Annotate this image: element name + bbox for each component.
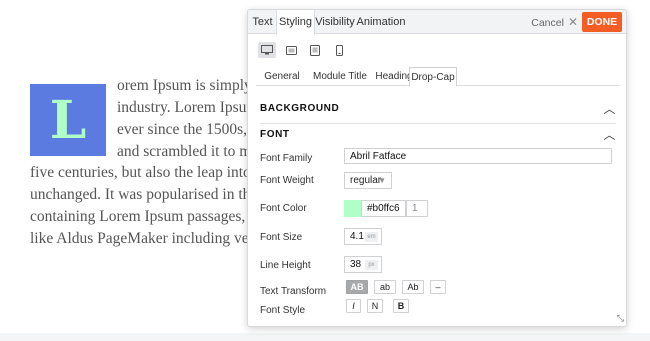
done-button[interactable]: DONE (582, 12, 622, 32)
font-color-input[interactable]: #b0ffc6 (361, 200, 406, 217)
paragraph-line: ever since the 1500s, v (117, 121, 259, 138)
font-color-opacity-input[interactable]: 1 (406, 200, 428, 217)
paragraph-line: and scrambled it to ma (117, 143, 259, 160)
close-icon: ✕ (567, 15, 578, 29)
paragraph-line: orem Ipsum is simply (117, 77, 252, 94)
font-size-unit: em (365, 232, 378, 242)
cancel-button[interactable]: Cancel ✕ (531, 10, 578, 34)
panel-header: Text Styling Visibility Animation Cancel… (248, 10, 626, 35)
section-background-title: BACKGROUND (260, 103, 340, 114)
line-height-label: Line Height (260, 260, 311, 271)
section-font-title: FONT (260, 129, 290, 140)
subtab-general[interactable]: General (261, 67, 303, 86)
chevron-up-icon[interactable]: ︿ (603, 122, 616, 148)
font-family-value: Abril Fatface (350, 150, 407, 162)
subtab-drop-cap[interactable]: Drop-Cap (409, 67, 457, 87)
font-color-label: Font Color (260, 203, 307, 214)
tablet-landscape-icon[interactable] (282, 42, 300, 58)
font-family-input[interactable]: Abril Fatface (344, 148, 612, 164)
font-style-bold-button[interactable]: B (393, 299, 409, 313)
desktop-icon[interactable] (258, 42, 276, 58)
transform-lowercase-button[interactable]: ab (374, 280, 396, 294)
subtab-bar: General Module Title Heading Drop-Cap (256, 67, 620, 87)
section-font[interactable]: FONT ︿ (260, 122, 616, 148)
font-family-label: Font Family (260, 153, 313, 164)
mobile-icon[interactable] (330, 42, 348, 58)
font-size-input[interactable]: 4.1 em (344, 228, 382, 245)
paragraph-line: five centuries, but also the leap into e (30, 164, 262, 181)
font-color-swatch[interactable] (344, 200, 361, 217)
chevron-down-icon: ▼ (378, 176, 386, 185)
tab-animation[interactable]: Animation (355, 10, 407, 34)
tab-styling[interactable]: Styling (276, 10, 315, 35)
tablet-portrait-icon[interactable] (306, 42, 324, 58)
styling-settings-panel: Text Styling Visibility Animation Cancel… (247, 9, 627, 327)
paragraph-line: like Aldus PageMaker including vers (30, 230, 260, 247)
line-height-unit: px (365, 260, 378, 270)
font-color-value: #b0ffc6 (367, 203, 400, 214)
drop-cap-letter: L (30, 84, 106, 156)
line-height-value: 38 (350, 259, 362, 270)
font-size-value: 4.1 (350, 231, 364, 242)
font-weight-select[interactable]: regular ▼ (344, 172, 392, 189)
paragraph-line: unchanged. It was popularised in the (30, 186, 258, 203)
transform-uppercase-button[interactable]: AB (346, 280, 368, 294)
subtab-module-title[interactable]: Module Title (309, 67, 371, 86)
page-footer-strip (0, 333, 650, 341)
font-size-label: Font Size (260, 232, 303, 243)
tab-text[interactable]: Text (248, 10, 277, 34)
paragraph-line: industry. Lorem Ipsum (117, 99, 259, 116)
section-background[interactable]: BACKGROUND ︿ (260, 96, 616, 122)
font-style-normal-button[interactable]: N (367, 299, 383, 313)
font-style-label: Font Style (260, 305, 306, 316)
resize-handle-icon[interactable]: ⤡ (617, 313, 624, 324)
tab-visibility[interactable]: Visibility (315, 10, 355, 34)
font-color-opacity-value: 1 (412, 203, 418, 214)
subtab-heading[interactable]: Heading (374, 67, 414, 86)
line-height-input[interactable]: 38 px (344, 256, 382, 273)
cancel-label: Cancel (531, 17, 564, 29)
transform-none-button[interactable]: – (430, 280, 446, 294)
font-style-italic-button[interactable]: I (346, 299, 361, 313)
transform-capitalize-button[interactable]: Ab (402, 280, 424, 294)
paragraph-line: containing Lorem Ipsum passages, an (30, 208, 264, 225)
text-transform-label: Text Transform (260, 286, 327, 297)
chevron-up-icon[interactable]: ︿ (603, 96, 616, 122)
font-weight-value: regular (350, 175, 382, 186)
font-weight-label: Font Weight (260, 175, 314, 186)
